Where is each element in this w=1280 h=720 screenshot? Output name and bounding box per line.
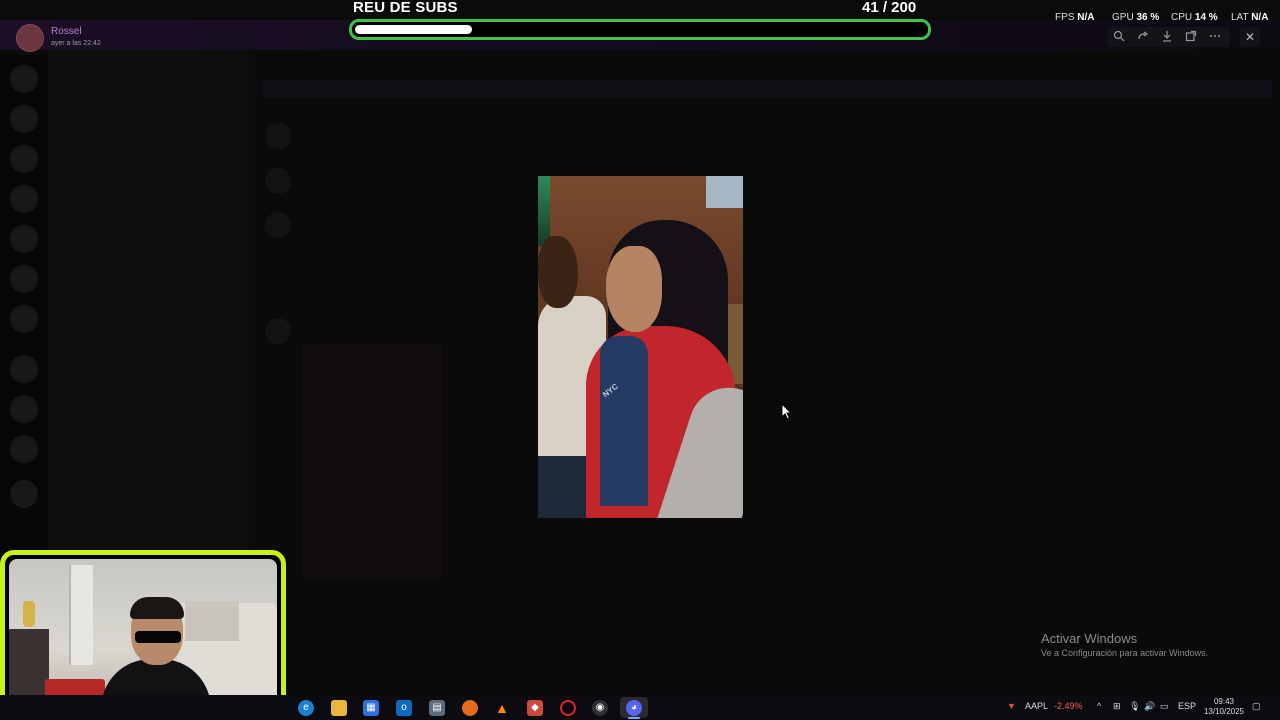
microphone-icon[interactable]: 🎙 <box>1129 701 1140 712</box>
git-icon[interactable]: ◆ <box>527 700 543 716</box>
outlook-icon[interactable]: o <box>396 700 412 716</box>
webcam-lamp <box>23 601 35 627</box>
webcam-feed <box>9 559 277 709</box>
cpu-stat: CPU 14 % <box>1171 12 1218 23</box>
photos-icon[interactable]: ▤ <box>429 700 445 716</box>
goal-progress-bar <box>349 19 931 40</box>
store-icon[interactable]: ▦ <box>363 700 379 716</box>
clock-date: 13/10/2025 <box>1203 707 1245 716</box>
server-icon[interactable] <box>10 65 38 93</box>
image-viewer-toolbar <box>1108 27 1230 47</box>
clock-time: 09:43 <box>1213 697 1235 706</box>
language-indicator[interactable]: ESP <box>1178 701 1196 711</box>
server-icon[interactable] <box>10 305 38 333</box>
gpu-stat: GPU 36 % <box>1112 12 1160 23</box>
windows-activation-title: Activar Windows <box>1041 631 1138 646</box>
notification-time: ayer a las 22:42 <box>51 40 101 47</box>
download-icon[interactable] <box>1160 30 1174 44</box>
photo-woman-face <box>606 246 662 332</box>
server-icon[interactable] <box>10 265 38 293</box>
server-icon[interactable] <box>10 435 38 463</box>
windows-activation-subtitle: Ve a Configuración para activar Windows. <box>1041 648 1209 658</box>
photo-woman-shirt <box>600 336 648 506</box>
zoom-icon[interactable] <box>1112 30 1126 44</box>
photo-man-head <box>538 236 578 308</box>
avatar <box>265 123 291 149</box>
file-explorer-icon[interactable] <box>331 700 347 716</box>
stock-icon: ▼ <box>1007 701 1016 711</box>
avatar <box>265 318 291 344</box>
vlc-icon[interactable]: ▲ <box>494 700 510 716</box>
photo-window <box>706 176 743 208</box>
server-icon[interactable] <box>10 395 38 423</box>
notification-center-icon[interactable]: ▢ <box>1252 701 1261 712</box>
volume-icon[interactable]: 🔊 <box>1144 701 1155 712</box>
server-icon[interactable] <box>10 145 38 173</box>
open-external-icon[interactable] <box>1184 30 1198 44</box>
fps-stat: FPS N/A <box>1055 12 1095 23</box>
goal-progress-fill <box>355 25 472 34</box>
webcam-overlay <box>0 550 286 717</box>
webcam-door <box>69 565 93 665</box>
avatar <box>16 24 44 52</box>
webcam-sunglasses <box>135 631 181 643</box>
lat-stat: LAT N/A <box>1231 12 1269 23</box>
edge-icon[interactable]: e <box>298 700 314 716</box>
taskbar-active-indicator <box>628 717 640 719</box>
server-icon[interactable] <box>10 225 38 253</box>
viewed-photo[interactable]: NYC <box>538 176 743 518</box>
avatar <box>265 212 291 238</box>
discord-icon[interactable]: ◕ <box>626 700 642 716</box>
display-icon[interactable]: ▭ <box>1160 701 1169 712</box>
close-icon[interactable]: ✕ <box>1240 27 1260 47</box>
goal-count: 41 / 200 <box>862 0 917 16</box>
chat-image-dimmed <box>302 345 442 580</box>
opera-icon[interactable] <box>560 700 576 716</box>
forward-icon[interactable] <box>1136 30 1150 44</box>
server-icon[interactable] <box>10 480 38 508</box>
server-icon[interactable] <box>10 355 38 383</box>
obs-icon[interactable]: ◉ <box>592 700 608 716</box>
server-icon[interactable] <box>10 105 38 133</box>
notification-author: Rossel <box>51 26 82 37</box>
taskbar-clock[interactable]: 09:43 13/10/2025 <box>1198 697 1250 717</box>
server-icon[interactable] <box>10 185 38 213</box>
webcam-headboard <box>185 601 239 641</box>
firefox-icon[interactable] <box>462 700 478 716</box>
webcam-streamer-hair <box>130 597 184 619</box>
more-icon[interactable] <box>1208 30 1222 44</box>
goal-title: REU DE SUBS <box>353 0 458 16</box>
stock-change: -2.49% <box>1054 701 1083 711</box>
stock-ticker[interactable]: AAPL <box>1025 701 1048 711</box>
chevron-up-icon[interactable]: ^ <box>1097 701 1101 711</box>
network-status-icon[interactable]: ⊞ <box>1113 701 1121 712</box>
message-notification[interactable]: Rossel ayer a las 22:42 <box>10 22 310 52</box>
chat-banner-dimmed <box>262 80 1272 98</box>
avatar <box>265 168 291 194</box>
